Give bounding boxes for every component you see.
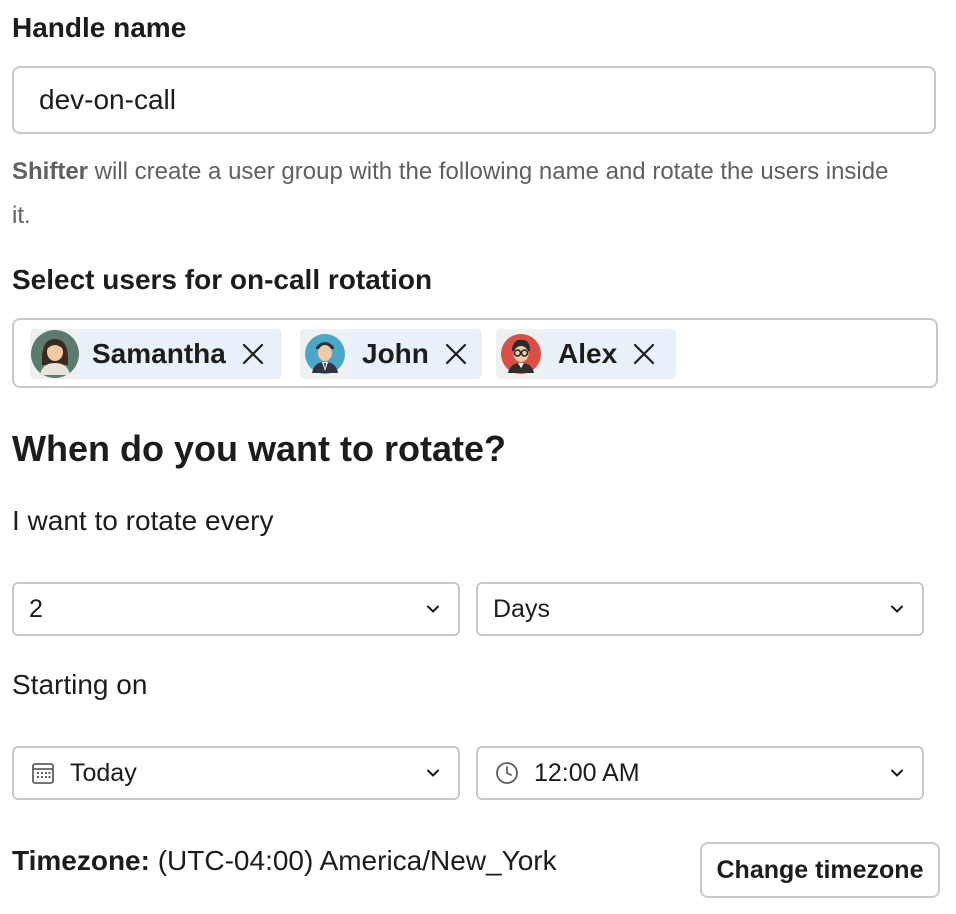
change-timezone-button[interactable]: Change timezone — [700, 842, 940, 898]
handle-name-value: dev-on-call — [39, 84, 176, 115]
remove-alex-icon[interactable] — [631, 341, 657, 367]
unit-select[interactable]: Days — [476, 582, 924, 636]
clock-icon — [496, 762, 518, 784]
unit-value: Days — [493, 594, 550, 623]
chevron-down-icon — [891, 605, 903, 613]
chevron-down-icon — [427, 769, 439, 777]
man-tie-avatar-icon — [300, 329, 350, 379]
timezone-value: (UTC-04:00) America/New_York — [149, 845, 557, 876]
remove-samantha-icon[interactable] — [240, 341, 266, 367]
date-picker[interactable]: Today — [12, 746, 460, 800]
timezone-label: Timezone: — [12, 845, 150, 876]
glasses-avatar-icon — [496, 329, 546, 379]
hint-app-name: Shifter — [12, 158, 89, 185]
starting-on-label: Starting on — [12, 669, 148, 700]
user-chip-name: John — [362, 338, 429, 369]
handle-hint: Shifter will create a user group with th… — [12, 150, 912, 238]
time-value: 12:00 AM — [534, 758, 640, 787]
timezone-info: Timezone: (UTC-04:00) America/New_York — [12, 845, 557, 877]
hint-text: will create a user group with the follow… — [12, 158, 889, 229]
woman-avatar-icon — [30, 329, 80, 379]
rotation-heading: When do you want to rotate? — [12, 428, 506, 469]
remove-john-icon[interactable] — [443, 341, 469, 367]
calendar-icon — [32, 763, 54, 784]
user-chip-name: Alex — [558, 338, 618, 369]
interval-value: 2 — [29, 594, 43, 623]
time-picker[interactable]: 12:00 AM — [476, 746, 924, 800]
user-chip-name: Samantha — [92, 338, 226, 369]
chevron-down-icon — [891, 769, 903, 777]
user-chip-samantha: Samantha — [30, 329, 282, 379]
handle-name-input[interactable]: dev-on-call — [12, 66, 936, 134]
users-label: Select users for on-call rotation — [12, 264, 433, 295]
user-chip-alex: Alex — [496, 329, 676, 379]
handle-name-label: Handle name — [12, 12, 187, 43]
user-chip-john: John — [300, 329, 482, 379]
rotate-every-label: I want to rotate every — [12, 505, 274, 536]
interval-select[interactable]: 2 — [12, 582, 460, 636]
users-multiselect[interactable]: Samantha John Alex — [12, 318, 938, 388]
chevron-down-icon — [427, 605, 439, 613]
date-value: Today — [70, 758, 137, 787]
